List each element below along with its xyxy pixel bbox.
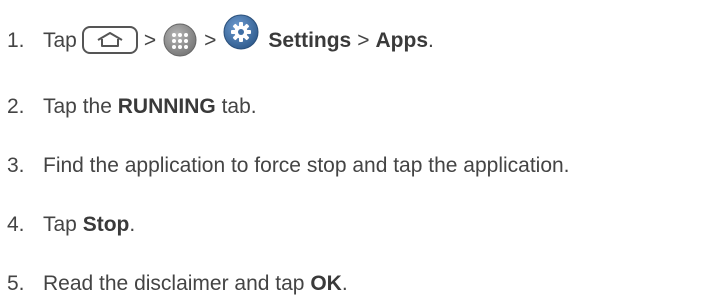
step-text: Find the application to force stop and t…: [43, 153, 570, 177]
step-4: 4. Tap Stop .: [0, 202, 135, 246]
step-5: 5. Read the disclaimer and tap OK .: [0, 261, 348, 305]
ok-label: OK: [310, 271, 342, 295]
step-3: 3. Find the application to force stop an…: [0, 143, 570, 187]
settings-label: Settings: [268, 28, 352, 52]
step-2: 2. Tap the RUNNING tab.: [0, 84, 257, 128]
step-number: 4.: [7, 212, 25, 236]
step-number: 5.: [7, 271, 25, 295]
step-1: 1. Tap > > Settings > Apps .: [0, 14, 434, 62]
home-key-icon: [81, 26, 138, 54]
step-text: Tap: [43, 212, 83, 236]
settings-gear-icon: [222, 13, 260, 51]
step-text: Tap: [43, 28, 77, 52]
step-text-end: .: [129, 212, 136, 236]
separator: >: [204, 28, 217, 52]
step-number: 1.: [7, 28, 25, 52]
instruction-list: 1. Tap > > Settings > Apps . 2. Tap the …: [0, 0, 725, 302]
step-end: .: [428, 28, 434, 52]
step-text: Tap the: [43, 94, 118, 118]
apps-icon: [162, 22, 198, 58]
separator: >: [143, 28, 157, 52]
step-number: 3.: [7, 153, 25, 177]
separator: >: [357, 28, 370, 52]
running-tab-label: RUNNING: [117, 94, 216, 118]
step-text-end: .: [341, 271, 348, 295]
step-number: 2.: [7, 94, 25, 118]
apps-label: Apps: [375, 28, 429, 52]
step-text: Read the disclaimer and tap: [43, 271, 311, 295]
stop-label: Stop: [82, 212, 130, 236]
step-text-end: tab.: [215, 94, 257, 118]
